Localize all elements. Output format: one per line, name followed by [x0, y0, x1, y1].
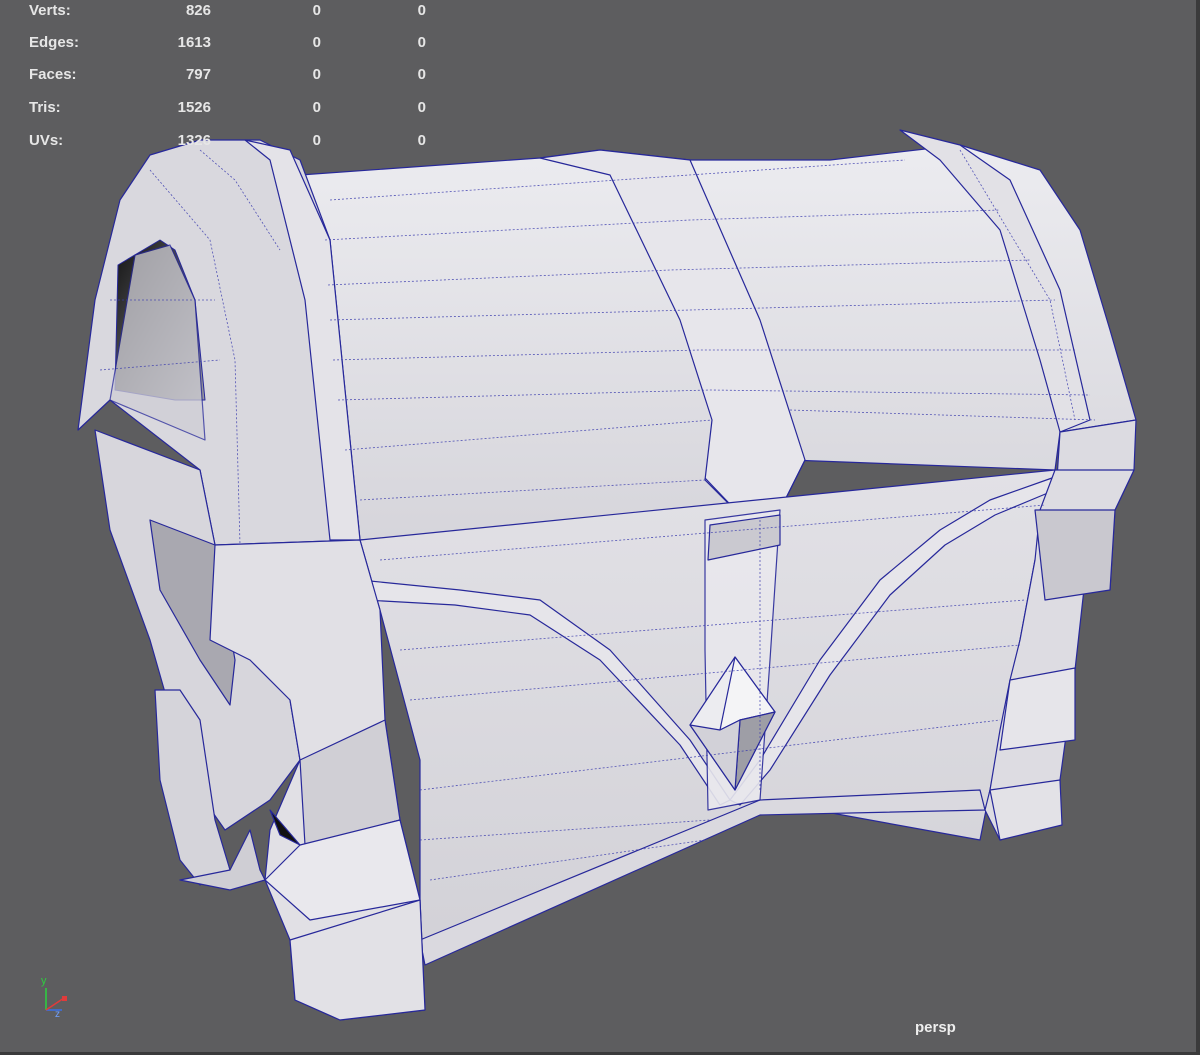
hud-value-selected: 0 — [312, 132, 321, 149]
axis-z-label: z — [55, 1009, 60, 1018]
hud-row-uvs: UVs: 1326 0 0 — [0, 130, 440, 154]
hud-value-selected: 0 — [312, 2, 321, 19]
camera-name-label: persp — [915, 1019, 956, 1036]
hud-label: Verts: — [29, 2, 71, 19]
hud-label: Tris: — [29, 99, 61, 116]
hud-value-component: 0 — [417, 34, 426, 51]
hud-value-component: 0 — [417, 66, 426, 83]
hud-row-edges: Edges: 1613 0 0 — [0, 32, 440, 56]
axis-y-label: y — [41, 975, 47, 987]
perspective-viewport[interactable]: Verts: 826 0 0 Edges: 1613 0 0 Faces: 79… — [0, 0, 1200, 1055]
hud-row-verts: Verts: 826 0 0 — [0, 0, 440, 24]
hud-value-total: 1326 — [177, 132, 211, 149]
viewport-border — [1196, 0, 1200, 1055]
hud-label: Faces: — [29, 66, 77, 83]
hud-value-total: 1526 — [177, 99, 211, 116]
hud-value-selected: 0 — [312, 34, 321, 51]
hud-value-component: 0 — [417, 2, 426, 19]
hud-label: UVs: — [29, 132, 64, 149]
axis-gizmo-icon: y z — [41, 975, 67, 1018]
hud-value-selected: 0 — [312, 66, 321, 83]
hud-row-tris: Tris: 1526 0 0 — [0, 97, 440, 121]
hud-value-total: 826 — [185, 2, 211, 19]
hud-value-selected: 0 — [312, 99, 321, 116]
hud-label: Edges: — [29, 34, 80, 51]
treasure-chest-mesh[interactable] — [0, 0, 1200, 1055]
hud-row-faces: Faces: 797 0 0 — [0, 64, 440, 88]
hud-value-total: 797 — [185, 66, 211, 83]
hud-value-component: 0 — [417, 99, 426, 116]
hud-value-component: 0 — [417, 132, 426, 149]
hud-value-total: 1613 — [177, 34, 211, 51]
